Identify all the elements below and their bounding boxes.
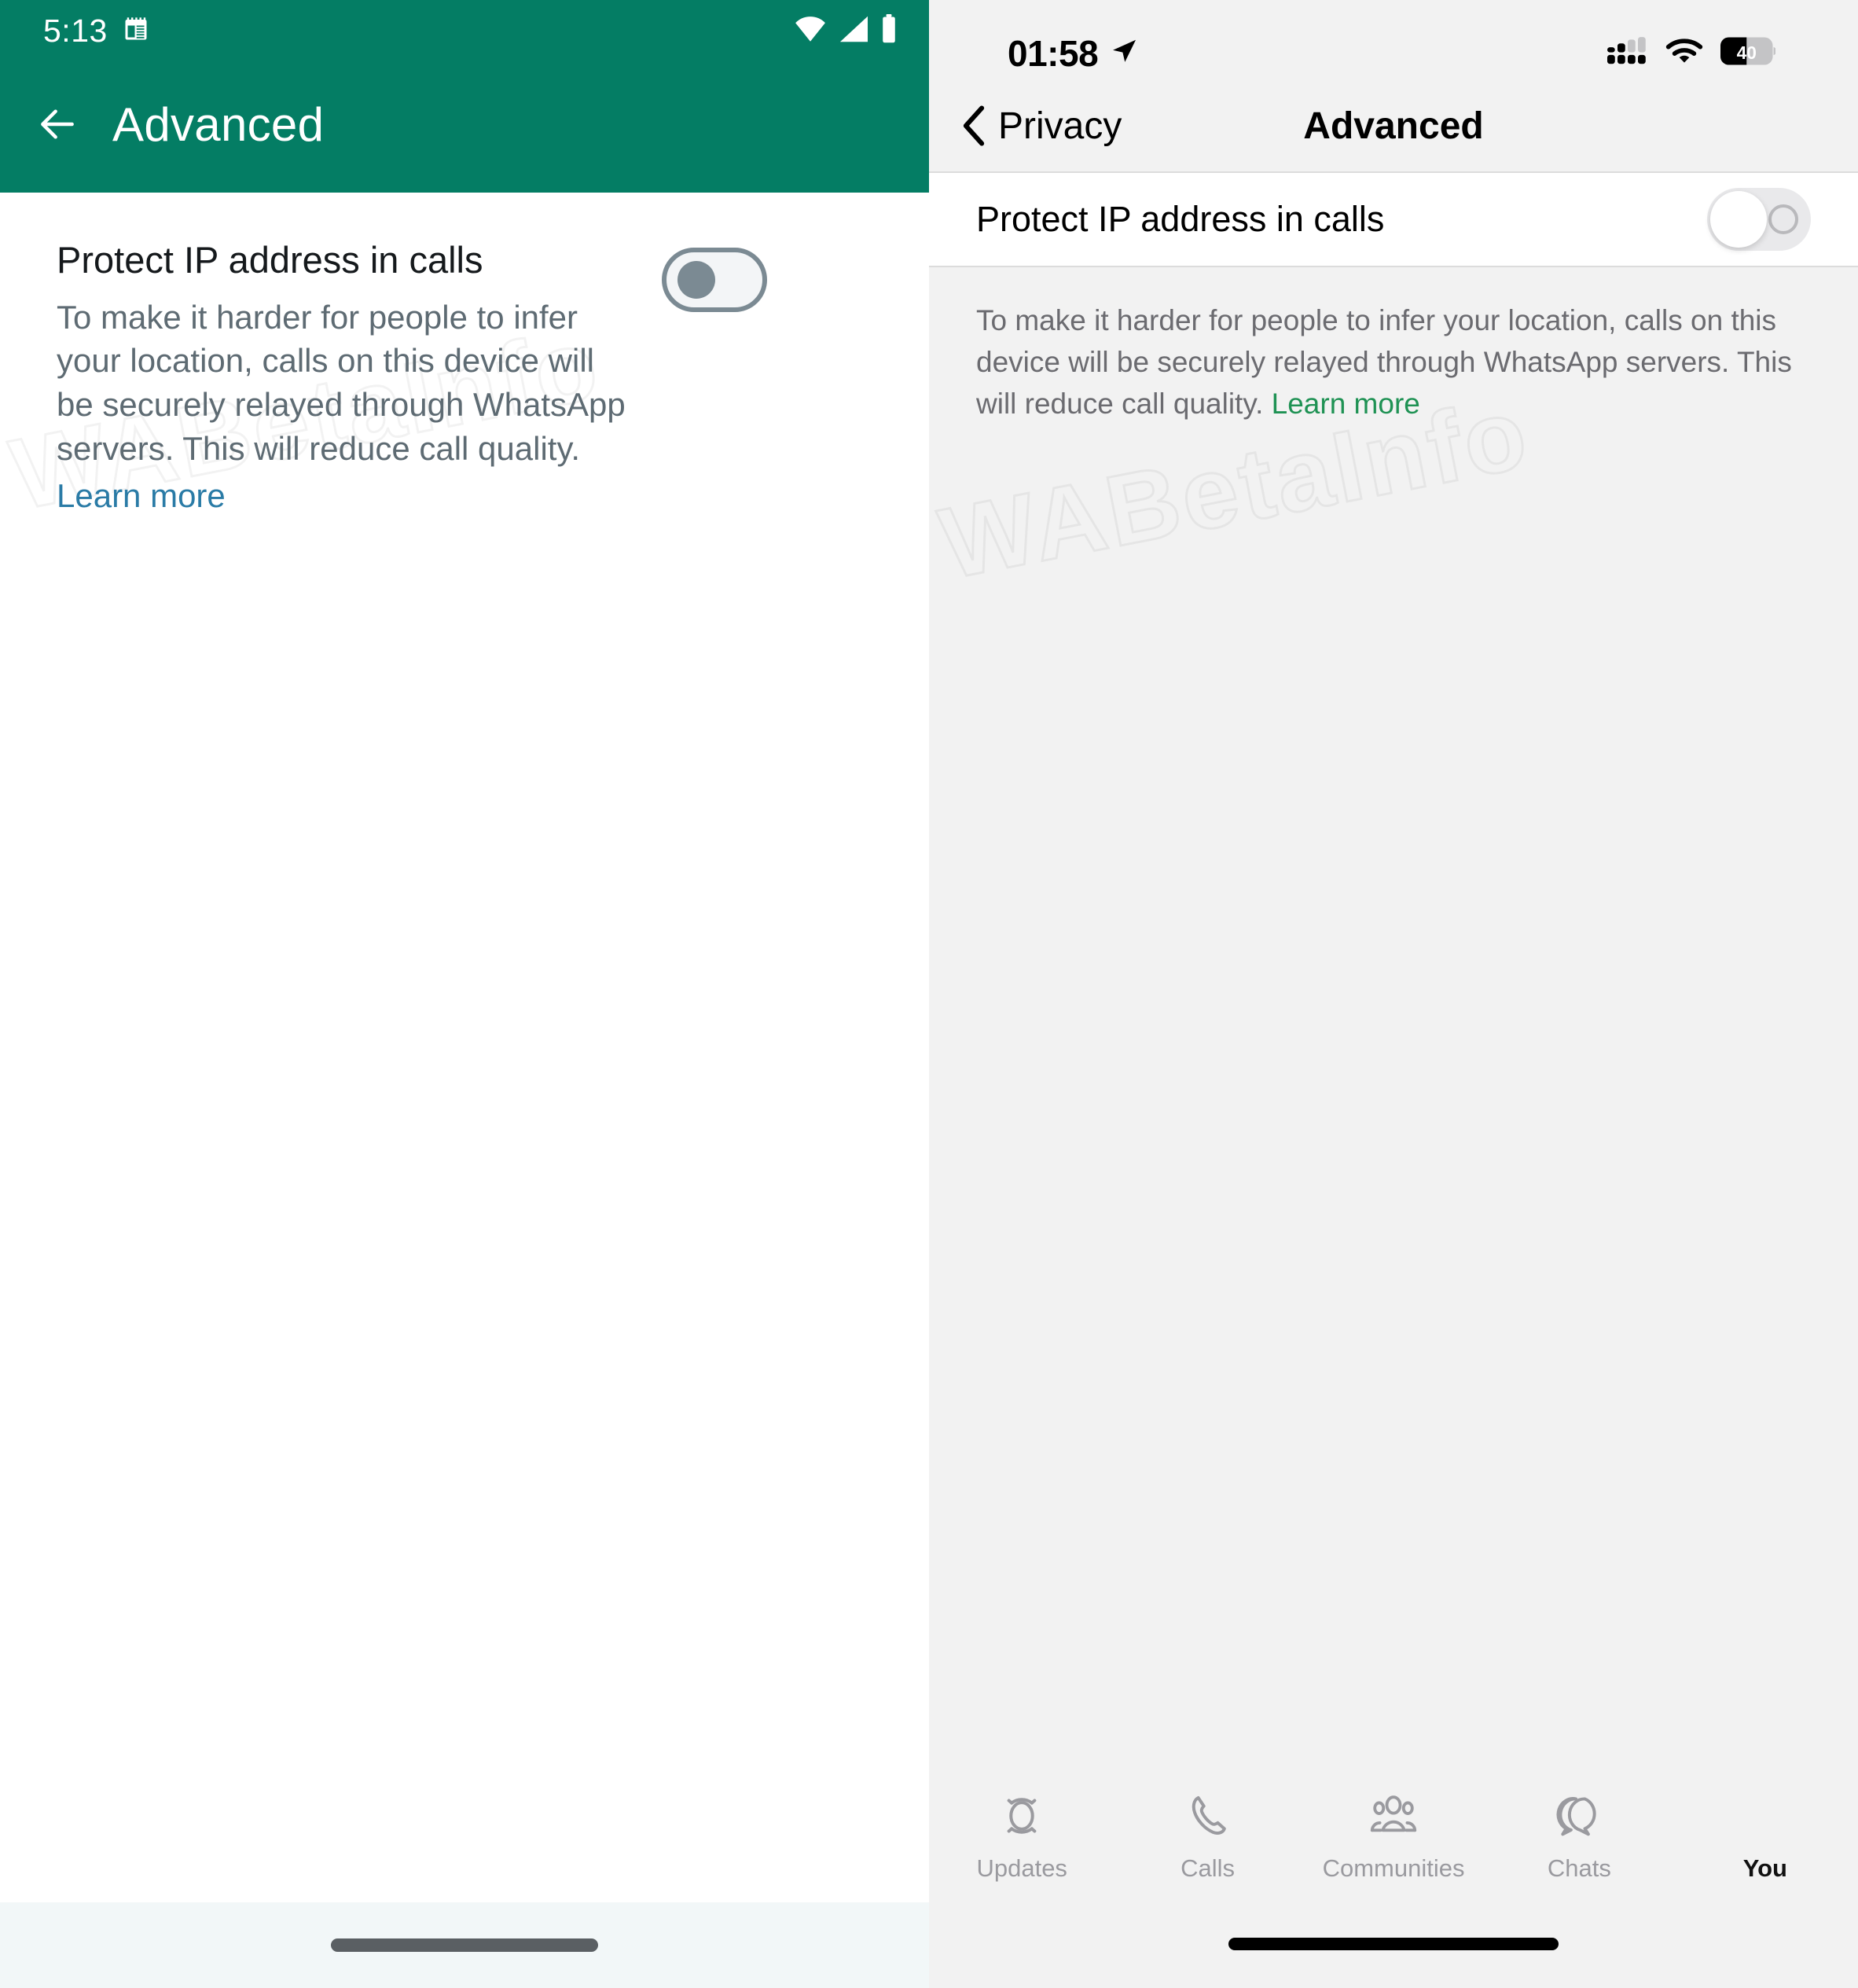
ios-tab-communities[interactable]: Communities [1301,1790,1486,1883]
wifi-icon [1665,37,1703,69]
ios-screen: 01:58 40 Privacy Advanced WABetaInfo Pro… [929,0,1858,1988]
ios-clock-group: 01:58 [1008,32,1139,75]
android-setting-description: To make it harder for people to infer yo… [57,298,626,468]
cellular-signal-icon [1607,37,1648,69]
dual-screenshot-comparison: 5:13 Advanced WABetaInfo Protect IP addr… [0,0,1858,1988]
location-arrow-icon [1109,32,1139,75]
ios-learn-more-link[interactable]: Learn more [1272,388,1420,420]
android-navigation-bar [0,1902,929,1988]
android-screen: 5:13 Advanced WABetaInfo Protect IP addr… [0,0,929,1988]
android-setting-texts: Protect IP address in calls To make it h… [57,239,630,515]
ios-tab-bar: Updates Calls Communities Chats You [929,1773,1858,1918]
android-back-button[interactable] [35,102,79,146]
android-protect-ip-toggle[interactable] [662,248,767,312]
android-status-bar: 5:13 [0,0,929,61]
wifi-icon [794,15,827,47]
cellular-signal-icon [838,15,869,47]
android-setting-row[interactable]: Protect IP address in calls To make it h… [0,239,929,515]
ios-tab-label: Updates [976,1854,1067,1882]
svg-text:40: 40 [1737,42,1757,63]
ios-status-right: 40 [1607,37,1777,69]
ios-tab-chats[interactable]: Chats [1486,1790,1672,1883]
android-header: 5:13 Advanced [0,0,929,193]
ios-nav-bar: Privacy Advanced [929,83,1858,169]
home-gesture-pill[interactable] [331,1938,598,1952]
ios-back-button[interactable]: Privacy [960,105,1122,148]
calendar-note-icon [122,15,150,47]
toggle-off-indicator [1768,204,1798,234]
arrow-left-icon [41,109,74,139]
ios-home-bar [929,1918,1858,1988]
ios-protect-ip-toggle[interactable] [1707,188,1811,251]
toggle-thumb [1710,191,1767,248]
ios-tab-label: Calls [1181,1854,1236,1882]
android-toggle-wrap [630,240,767,312]
ios-tab-updates[interactable]: Updates [929,1790,1114,1883]
chevron-left-icon [963,105,985,146]
ios-footnote: To make it harder for people to infer yo… [929,267,1858,425]
ios-setting-label: Protect IP address in calls [976,199,1385,239]
ios-tab-label: Communities [1322,1854,1465,1882]
ios-clock: 01:58 [1008,32,1099,74]
ios-tab-you[interactable]: You [1673,1790,1858,1883]
android-page-title: Advanced [112,97,325,151]
chat-bubbles-icon [1553,1790,1605,1842]
ios-back-label: Privacy [998,105,1122,147]
toggle-thumb [677,261,715,299]
ios-settings-group: Protect IP address in calls [929,171,1858,267]
android-setting-title: Protect IP address in calls [57,239,483,281]
ios-tab-label: You [1742,1854,1787,1882]
android-learn-more-link[interactable]: Learn more [57,477,226,515]
ios-tab-label: Chats [1547,1854,1611,1882]
android-clock: 5:13 [43,12,108,49]
ios-setting-row[interactable]: Protect IP address in calls [929,173,1858,266]
battery-icon [880,13,898,48]
ios-content: WABetaInfo Protect IP address in calls T… [929,171,1858,1773]
ios-status-bar: 01:58 40 [929,0,1858,83]
battery-icon: 40 [1720,37,1777,69]
android-content: WABetaInfo Protect IP address in calls T… [0,193,929,1902]
android-status-right [794,13,898,48]
android-status-left: 5:13 [43,13,150,50]
updates-ring-icon [997,1790,1046,1842]
ios-tab-calls[interactable]: Calls [1114,1790,1300,1883]
android-app-bar: Advanced [0,61,929,187]
ios-header: 01:58 40 Privacy Advanced [929,0,1858,171]
home-indicator[interactable] [1228,1937,1559,1950]
communities-people-icon [1367,1790,1420,1842]
phone-icon [1184,1790,1232,1842]
